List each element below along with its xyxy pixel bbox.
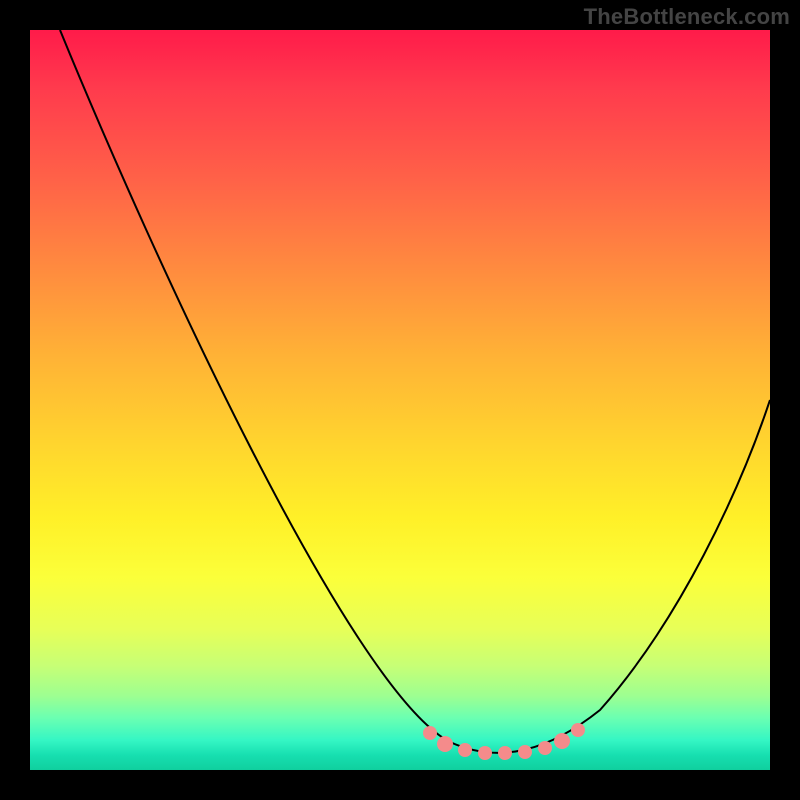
marker-dot [478, 746, 492, 760]
plot-area [30, 30, 770, 770]
marker-dot [554, 733, 570, 749]
optimal-range-markers [423, 723, 585, 760]
marker-dot [518, 745, 532, 759]
marker-dot [498, 746, 512, 760]
marker-dot [437, 736, 453, 752]
watermark-text: TheBottleneck.com [584, 4, 790, 30]
bottleneck-chart [30, 30, 770, 770]
marker-dot [458, 743, 472, 757]
marker-dot [571, 723, 585, 737]
marker-dot [538, 741, 552, 755]
bottleneck-curve-line [60, 30, 770, 753]
marker-dot [423, 726, 437, 740]
chart-frame: TheBottleneck.com [0, 0, 800, 800]
